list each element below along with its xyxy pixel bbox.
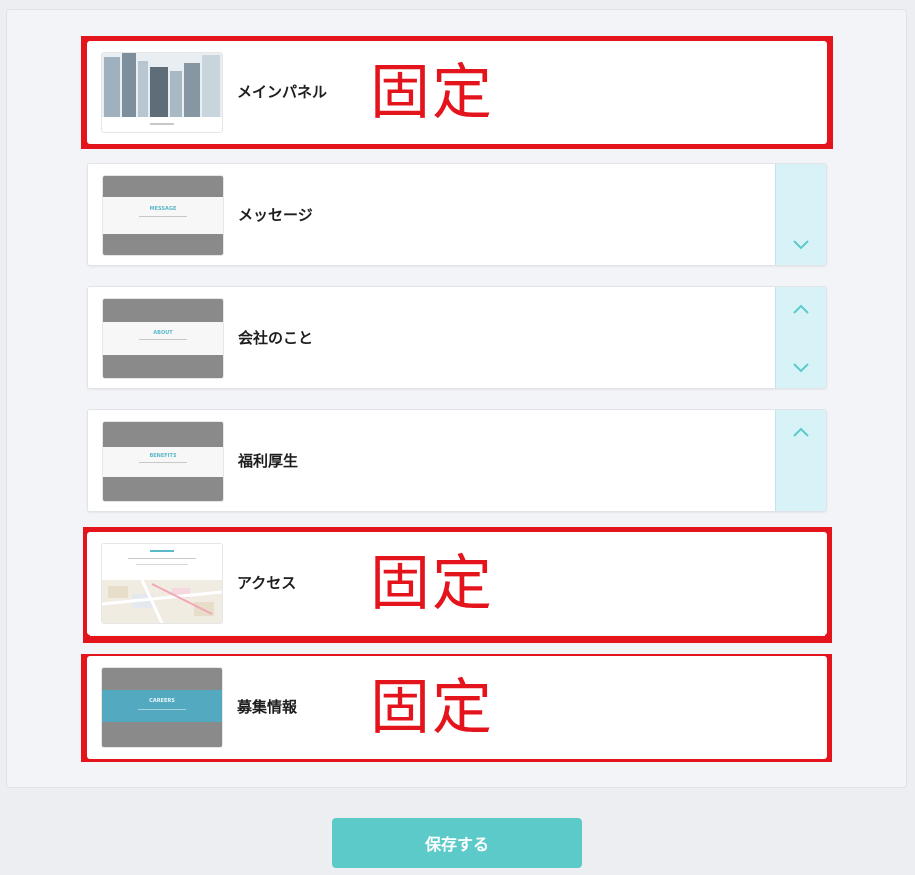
move-up-button[interactable] (776, 412, 826, 452)
section-thumbnail: ABOUT (102, 298, 224, 379)
map-image (102, 544, 222, 623)
move-up-button[interactable] (776, 289, 826, 329)
section-thumbnail (101, 52, 223, 133)
section-label: メインパネル (237, 83, 328, 101)
save-button[interactable]: 保存する (332, 818, 582, 868)
fixed-annotation: 固定 (370, 58, 494, 128)
section-row-company[interactable]: ABOUT 会社のこと (87, 286, 827, 389)
section-thumbnail (101, 543, 223, 624)
section-row-benefits[interactable]: BENEFITS 福利厚生 (87, 409, 827, 512)
order-controls (775, 410, 826, 511)
section-label: メッセージ (238, 206, 313, 224)
section-label: 会社のこと (238, 329, 314, 347)
chevron-down-icon (793, 240, 809, 250)
chevron-down-icon (793, 363, 809, 373)
section-label: 募集情報 (237, 698, 298, 716)
order-controls (775, 287, 826, 388)
fixed-annotation: 固定 (370, 673, 494, 743)
chevron-up-icon (793, 304, 809, 314)
move-down-button[interactable] (776, 347, 826, 387)
fixed-annotation: 固定 (370, 549, 494, 619)
buildings-image (102, 53, 222, 132)
chevron-up-icon (793, 427, 809, 437)
section-row-message[interactable]: MESSAGE メッセージ (87, 163, 827, 266)
section-label: アクセス (237, 574, 297, 592)
section-thumbnail: BENEFITS (102, 421, 224, 502)
section-row-recruitment: CAREERS 募集情報 固定 (87, 656, 827, 759)
section-thumbnail: CAREERS (101, 667, 223, 748)
section-thumbnail: MESSAGE (102, 175, 224, 256)
section-row-access: アクセス 固定 (87, 532, 827, 635)
move-down-button[interactable] (776, 224, 826, 264)
section-row-main-panel: メインパネル 固定 (87, 41, 827, 144)
order-controls (775, 164, 826, 265)
section-label: 福利厚生 (238, 452, 299, 470)
